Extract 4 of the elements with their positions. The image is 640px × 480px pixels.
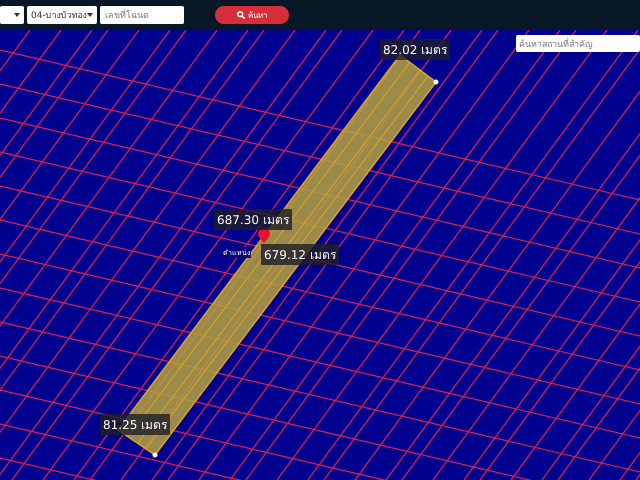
distance-label: 82.02 เมตร: [380, 39, 450, 60]
distance-label: 81.25 เมตร: [100, 414, 170, 435]
distance-label: 679.12 เมตร: [261, 244, 339, 265]
distance-label: 687.30 เมตร: [214, 209, 292, 230]
